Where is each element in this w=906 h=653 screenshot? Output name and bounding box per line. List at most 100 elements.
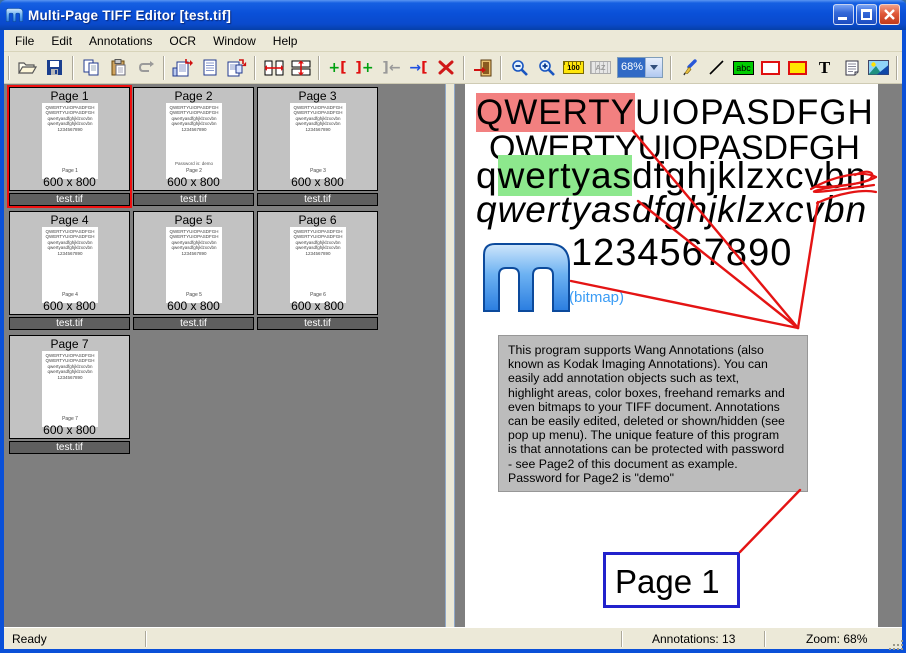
maximize-icon [861,9,872,20]
rectangle-icon [761,61,780,75]
page-view: QWERTYUIOPASDFGH QWERTYUIOPASDFGH qwerty… [455,84,902,627]
close-icon [880,5,899,24]
thumbnail-page-1[interactable]: Page 1 QWERTYUIOPASDFGHQWERTYUIOPASDFGHq… [9,87,130,206]
app-window: Multi-Page TIFF Editor [test.tif] File E… [0,0,906,653]
thumbnail-page-4[interactable]: Page 4 QWERTYUIOPASDFGHQWERTYUIOPASDFGHq… [9,211,130,330]
fit-height-button[interactable] [287,55,314,81]
rectangle-button[interactable] [757,55,784,81]
edit-page-button[interactable]: EDIT PAGE [902,51,906,85]
acquire-page-button[interactable] [169,55,196,81]
fit-height-icon [291,60,311,76]
description-text-annotation: This program supports Wang Annotations (… [498,335,808,492]
ruler-100-icon: 100 [563,61,584,74]
save-floppy-icon [46,59,63,76]
paste-icon [110,59,127,76]
zoom-out-icon [511,59,529,77]
extract-page-icon [226,59,247,77]
text-tool-icon: T [819,58,830,78]
bitmap-caption: (bitmap) [569,289,624,306]
zoom-combobox[interactable]: 68% [617,57,663,78]
minimize-button[interactable] [833,4,854,25]
fit-width-button[interactable] [260,55,287,81]
page-label-annotation: Page 1 [603,552,740,608]
image-tool-button[interactable] [865,55,892,81]
chevron-down-icon [650,65,658,70]
menu-ocr[interactable]: OCR [163,32,202,50]
menu-window[interactable]: Window [207,32,262,50]
save-button[interactable] [41,55,68,81]
open-button[interactable] [14,55,41,81]
note-icon [845,60,859,76]
open-folder-icon [17,59,38,76]
ruler-text-button[interactable]: AZ [587,55,614,81]
menu-help[interactable]: Help [267,32,304,50]
highlight-text-button[interactable]: abc [730,55,757,81]
pen-icon [681,59,699,77]
zoom-in-button[interactable] [533,55,560,81]
thumbnail-preview: QWERTYUIOPASDFGHQWERTYUIOPASDFGHqwertyas… [290,103,346,179]
status-ready: Ready [12,632,47,646]
note-tool-button[interactable] [838,55,865,81]
filled-rectangle-icon [788,61,807,75]
toolbar: +[ ]+ ]← →[ [4,52,902,84]
thumbnail-preview: QWERTYUIOPASDFGHQWERTYUIOPASDFGHqwertyas… [42,227,98,303]
toolbar-grip [8,56,10,80]
filled-rectangle-button[interactable] [784,55,811,81]
undo-icon [137,60,155,76]
ruler-az-icon: AZ [590,61,611,74]
image-icon [868,60,889,75]
panel-splitter[interactable] [445,84,455,627]
scan-page-icon [172,59,193,77]
status-zoom: Zoom: 68% [806,632,867,646]
abc-highlight-icon: abc [733,61,754,75]
highlighter-button[interactable] [676,55,703,81]
view-page-button[interactable] [196,55,223,81]
thumbnail-page-5[interactable]: Page 5 QWERTYUIOPASDFGHQWERTYUIOPASDFGHq… [133,211,254,330]
zoom-combobox-dropdown[interactable] [645,58,662,77]
line-icon [708,59,725,76]
thumbnail-page-2[interactable]: Page 2 QWERTYUIOPASDFGHQWERTYUIOPASDFGHq… [133,87,254,206]
delete-page-button[interactable] [432,55,459,81]
minimize-icon [838,17,847,20]
zoom-out-button[interactable] [506,55,533,81]
extract-page-button[interactable] [223,55,250,81]
exit-button[interactable] [469,55,496,81]
move-page-left-button[interactable]: ]← [378,55,405,81]
page-icon [203,59,217,76]
menu-file[interactable]: File [9,32,40,50]
thumbnail-preview: QWERTYUIOPASDFGHQWERTYUIOPASDFGHqwertyas… [42,351,98,427]
thumbnail-page-3[interactable]: Page 3 QWERTYUIOPASDFGHQWERTYUIOPASDFGHq… [257,87,378,206]
menu-annotations[interactable]: Annotations [83,32,158,50]
delete-x-icon [438,60,454,75]
paste-button[interactable] [105,55,132,81]
maximize-button[interactable] [856,4,877,25]
insert-page-before-button[interactable]: +[ [324,55,351,81]
page-canvas[interactable]: QWERTYUIOPASDFGH QWERTYUIOPASDFGH qwerty… [465,84,878,627]
window-title: Multi-Page TIFF Editor [test.tif] [28,8,231,23]
copy-icon [83,59,100,76]
insert-page-after-button[interactable]: ]+ [351,55,378,81]
text-tool-button[interactable]: T [811,55,838,81]
resize-grip[interactable] [897,644,899,646]
thumbnail-page-6[interactable]: Page 6 QWERTYUIOPASDFGHQWERTYUIOPASDFGHq… [257,211,378,330]
undo-button[interactable] [132,55,159,81]
zoom-combobox-value: 68% [618,58,645,77]
status-annotations: Annotations: 13 [652,632,735,646]
thumbnail-preview: QWERTYUIOPASDFGHQWERTYUIOPASDFGHqwertyas… [42,103,98,179]
bitmap-logo [483,243,570,312]
thumbnail-panel: Page 1 QWERTYUIOPASDFGHQWERTYUIOPASDFGHq… [4,84,445,627]
menu-edit[interactable]: Edit [45,32,78,50]
menu-bar: File Edit Annotations OCR Window Help [4,30,902,52]
zoom-in-icon [538,59,556,77]
thumbnail-page-7[interactable]: Page 7 QWERTYUIOPASDFGHQWERTYUIOPASDFGHq… [9,335,130,454]
ruler-pixels-button[interactable]: 100 [560,55,587,81]
red-highlight-annotation: QWERTY [476,93,635,132]
title-bar: Multi-Page TIFF Editor [test.tif] [0,0,906,30]
thumbnail-preview: QWERTYUIOPASDFGHQWERTYUIOPASDFGHqwertyas… [166,103,222,179]
close-button[interactable] [879,4,900,25]
move-page-right-button[interactable]: →[ [405,55,432,81]
copy-button[interactable] [78,55,105,81]
thumbnail-preview: QWERTYUIOPASDFGHQWERTYUIOPASDFGHqwertyas… [166,227,222,303]
line-tool-button[interactable] [703,55,730,81]
app-logo-icon [6,7,23,23]
